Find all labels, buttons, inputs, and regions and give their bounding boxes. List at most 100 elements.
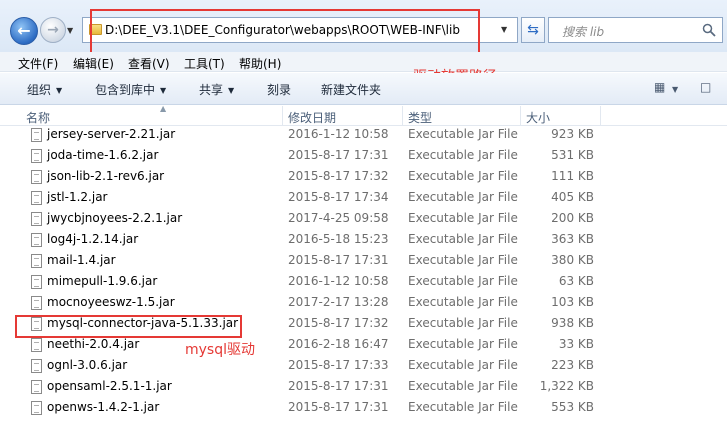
menu-bar: 文件(F) 编辑(E) 查看(V) 工具(T) 帮助(H) [0,52,727,72]
file-size: 923 KB [551,127,594,141]
file-row[interactable]: ognl-3.0.6.jar 2015-8-17 17:33 Executable … [0,355,600,376]
share-button[interactable]: 共享 ▼ [199,81,234,98]
recent-pages-dropdown[interactable]: ▼ [67,26,73,35]
file-row[interactable]: opensaml-2.5.1-1.jar 2015-8-17 17:31 Execu… [0,376,600,397]
file-date: 2015-8-17 17:31 [288,400,389,414]
file-row[interactable]: joda-time-1.6.2.jar 2015-8-17 17:31 Execut… [0,145,600,166]
file-size: 405 KB [551,190,594,204]
file-size: 103 KB [551,295,594,309]
sort-up-icon: ▲ [160,104,167,113]
file-name: jstl-1.2.jar [47,190,108,204]
new-folder-button[interactable]: 新建文件夹 [321,81,381,98]
jar-file-icon [31,359,42,373]
preview-pane-icon[interactable]: □ [700,80,711,94]
file-type: Executable Jar File [408,337,518,351]
file-row[interactable]: openws-1.4.2-1.jar 2015-8-17 17:31 Executa… [0,397,600,418]
file-name: joda-time-1.6.2.jar [47,148,159,162]
file-type: Executable Jar File [408,295,518,309]
address-bar-area: ← → ▼ D:\DEE_V3.1\DEE_Configurator\webap… [0,0,727,55]
file-type: Executable Jar File [408,358,518,372]
chevron-down-icon: ▼ [160,86,167,95]
menu-view[interactable]: 查看(V) [128,55,170,72]
file-name: ognl-3.0.6.jar [47,358,128,372]
file-date: 2017-4-25 09:58 [288,211,389,225]
menu-edit[interactable]: 编辑(E) [73,55,114,72]
jar-file-icon [31,191,42,205]
address-dropdown-icon[interactable]: ▼ [501,25,507,34]
file-date: 2016-1-12 10:58 [288,274,389,288]
jar-file-icon [31,149,42,163]
file-row[interactable]: jstl-1.2.jar 2015-8-17 17:34 Executable Ja… [0,187,600,208]
view-dropdown-icon[interactable]: ▼ [672,85,678,94]
file-type: Executable Jar File [408,400,518,414]
file-name: mocnoyeeswz-1.5.jar [47,295,175,309]
file-date: 2015-8-17 17:32 [288,169,389,183]
file-size: 33 KB [558,337,594,351]
annotation-mysql-driver: mysql驱动 [185,342,255,358]
file-row[interactable]: mimepull-1.9.6.jar 2016-1-12 10:58 Executa… [0,271,600,292]
file-name: opensaml-2.5.1-1.jar [47,379,172,393]
file-date: 2016-5-18 15:23 [288,232,389,246]
jar-file-icon [31,380,42,394]
file-row[interactable]: json-lib-2.1-rev6.jar 2015-8-17 17:32 Exec… [0,166,600,187]
column-divider[interactable] [520,106,521,126]
share-label: 共享 [199,83,224,97]
jar-file-icon [31,275,42,289]
column-divider[interactable] [600,106,601,126]
menu-help[interactable]: 帮助(H) [239,55,281,72]
chevron-down-icon: ▼ [228,86,235,95]
file-date: 2016-1-12 10:58 [288,127,389,141]
burn-button[interactable]: 刻录 [267,81,291,98]
mysql-highlight-box [15,315,242,338]
back-button[interactable]: ← [10,17,38,45]
file-row[interactable]: mail-1.4.jar 2015-8-17 17:31 Executable Ja… [0,250,600,271]
file-row[interactable]: jwycbjnoyees-2.2.1.jar 2017-4-25 09:58 Exe… [0,208,600,229]
file-size: 531 KB [551,148,594,162]
file-name: log4j-1.2.14.jar [47,232,139,246]
file-date: 2017-2-17 13:28 [288,295,389,309]
file-type: Executable Jar File [408,169,518,183]
menu-tools[interactable]: 工具(T) [184,55,225,72]
file-list: 名称 ▲ 修改日期 类型 大小 jersey-server-2.21.jar 20… [0,104,727,425]
forward-button[interactable]: → [40,17,66,43]
chevron-down-icon: ▼ [56,86,63,95]
jar-file-icon [31,338,42,352]
file-row[interactable]: jersey-server-2.21.jar 2016-1-12 10:58 Exe… [0,124,600,145]
file-name: openws-1.4.2-1.jar [47,400,160,414]
file-name: json-lib-2.1-rev6.jar [47,169,165,183]
file-type: Executable Jar File [408,274,518,288]
jar-file-icon [31,170,42,184]
column-header: 名称 ▲ 修改日期 类型 大小 [0,104,727,126]
column-divider[interactable] [402,106,403,126]
file-size: 553 KB [551,400,594,414]
file-date: 2015-8-17 17:33 [288,358,389,372]
file-type: Executable Jar File [408,190,518,204]
file-size: 1,322 KB [539,379,594,393]
column-divider[interactable] [282,106,283,126]
file-name: mimepull-1.9.6.jar [47,274,158,288]
file-date: 2015-8-17 17:31 [288,253,389,267]
file-type: Executable Jar File [408,211,518,225]
jar-file-icon [31,254,42,268]
file-row[interactable]: log4j-1.2.14.jar 2016-5-18 15:23 Executabl… [0,229,600,250]
organize-button[interactable]: 组织 ▼ [27,81,62,98]
file-size: 363 KB [551,232,594,246]
file-type: Executable Jar File [408,379,518,393]
file-size: 111 KB [551,169,594,183]
file-size: 63 KB [558,274,594,288]
include-in-library-button[interactable]: 包含到库中 ▼ [95,81,166,98]
file-date: 2016-2-18 16:47 [288,337,389,351]
jar-file-icon [31,401,42,415]
menu-file[interactable]: 文件(F) [18,55,58,72]
jar-file-icon [31,233,42,247]
search-input[interactable]: 搜索 lib [548,17,723,43]
jar-file-icon [31,296,42,310]
organize-label: 组织 [27,83,52,97]
file-size: 223 KB [551,358,594,372]
file-name: mail-1.4.jar [47,253,116,267]
file-row[interactable]: mocnoyeeswz-1.5.jar 2017-2-17 13:28 Execut… [0,292,600,313]
refresh-button[interactable]: ⇆ [521,17,545,43]
view-options-icon[interactable]: ▦ [654,80,665,94]
file-size: 938 KB [551,316,594,330]
search-icon[interactable] [702,23,716,37]
